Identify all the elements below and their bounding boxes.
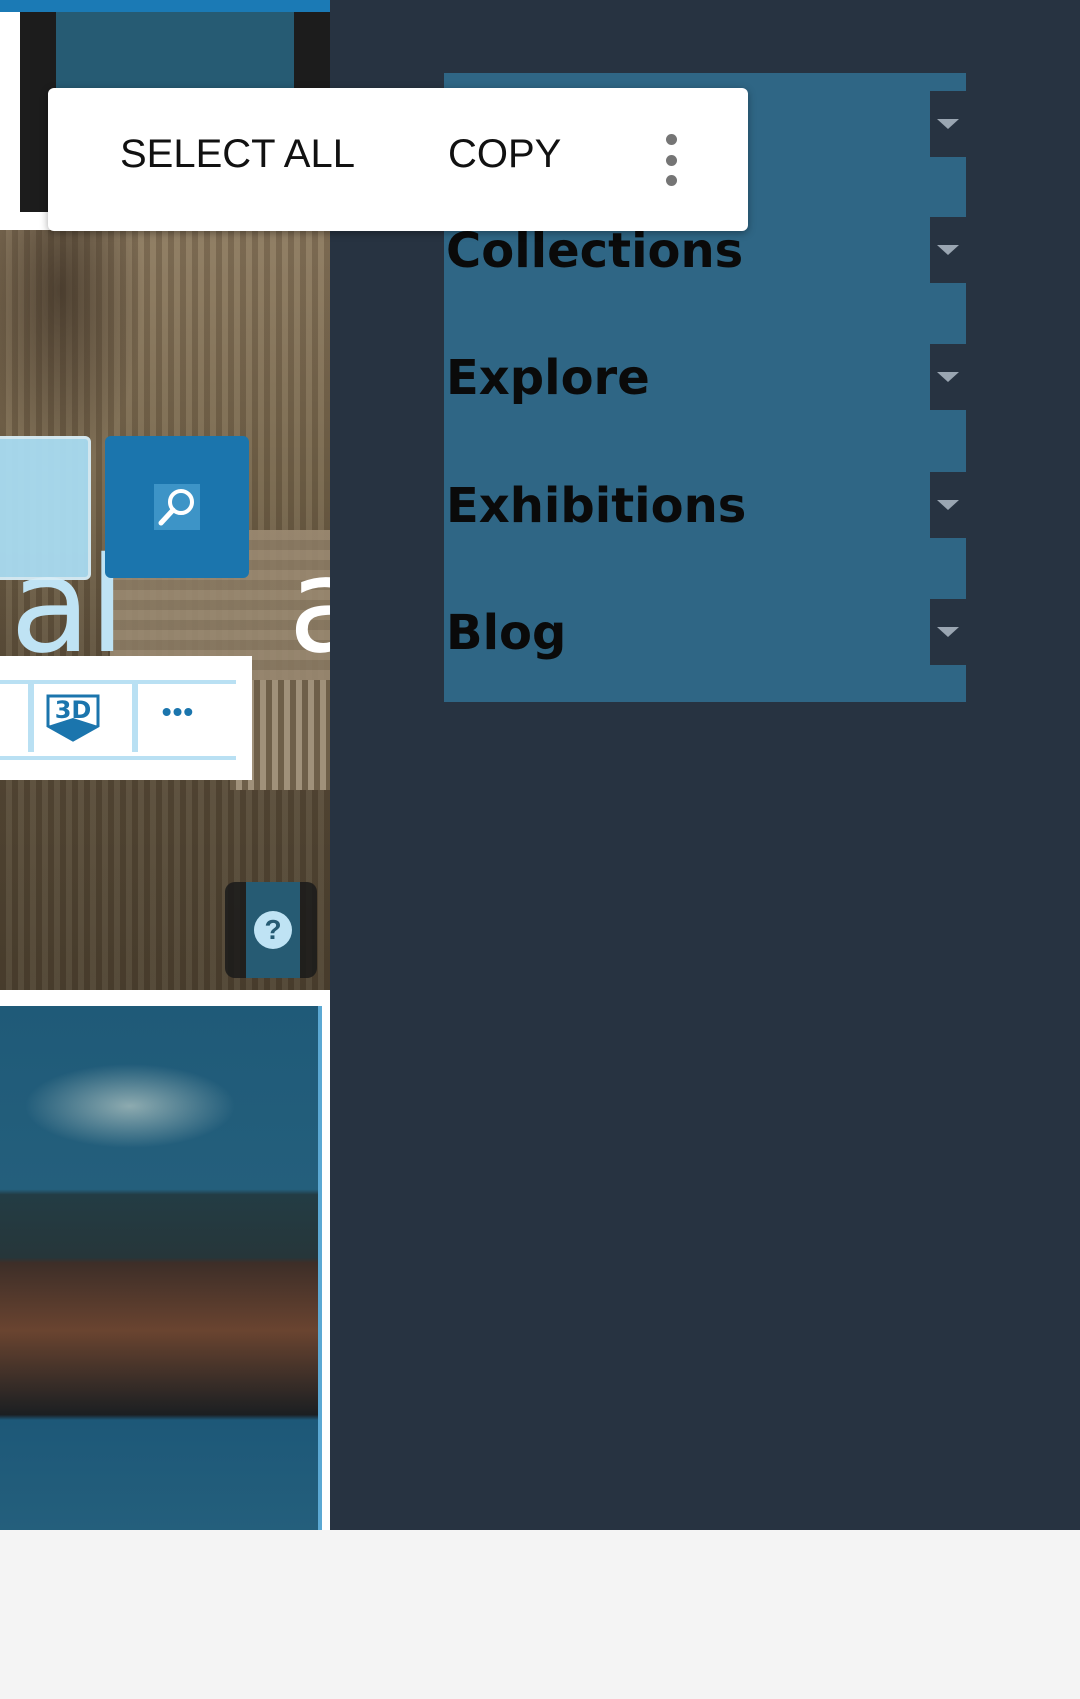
nav-expand-toggle[interactable] — [930, 472, 966, 538]
more-tools-icon[interactable]: ••• — [148, 690, 208, 734]
nav-item-label: Exhibitions — [446, 478, 747, 534]
text-selection-toolbar: SELECT ALL COPY — [48, 88, 748, 231]
search-icon — [154, 484, 200, 530]
caret-down-icon — [937, 119, 959, 129]
nav-expand-toggle[interactable] — [930, 344, 966, 410]
tool-divider — [132, 684, 138, 752]
nav-expand-toggle[interactable] — [930, 217, 966, 283]
nav-item-label: Collections — [446, 223, 744, 279]
hero-title-text-continued: a — [288, 529, 330, 683]
nav-item-label: Explore — [446, 350, 650, 406]
nav-item-label: Blog — [446, 605, 567, 661]
nav-item-exhibitions[interactable]: Exhibitions — [444, 472, 966, 542]
page-background: al a 3D ••• ? Collections Explore Exhibi… — [0, 0, 1080, 1530]
artwork-thumbnail[interactable] — [0, 1006, 322, 1530]
caret-down-icon — [937, 627, 959, 637]
caret-down-icon — [937, 372, 959, 382]
overflow-menu-icon[interactable] — [656, 134, 686, 186]
nav-expand-toggle[interactable] — [930, 91, 966, 157]
header-dark-block — [294, 12, 330, 92]
select-all-button[interactable]: SELECT ALL — [120, 132, 355, 177]
help-button[interactable]: ? — [246, 882, 300, 978]
nav-item-blog[interactable]: Blog — [444, 599, 966, 669]
3d-label: 3D — [55, 696, 92, 724]
nav-expand-toggle[interactable] — [930, 599, 966, 665]
search-input[interactable] — [0, 436, 91, 580]
caret-down-icon — [937, 245, 959, 255]
bottom-blank-area — [0, 1530, 1080, 1699]
nav-item-explore[interactable]: Explore — [444, 344, 966, 414]
header-teal-block — [56, 12, 294, 92]
3d-view-icon[interactable]: 3D — [44, 690, 102, 742]
tool-divider — [28, 684, 34, 752]
caret-down-icon — [937, 500, 959, 510]
top-accent-strip — [0, 0, 330, 12]
copy-button[interactable]: COPY — [448, 132, 561, 177]
search-button[interactable] — [105, 436, 249, 578]
help-icon: ? — [254, 911, 292, 949]
